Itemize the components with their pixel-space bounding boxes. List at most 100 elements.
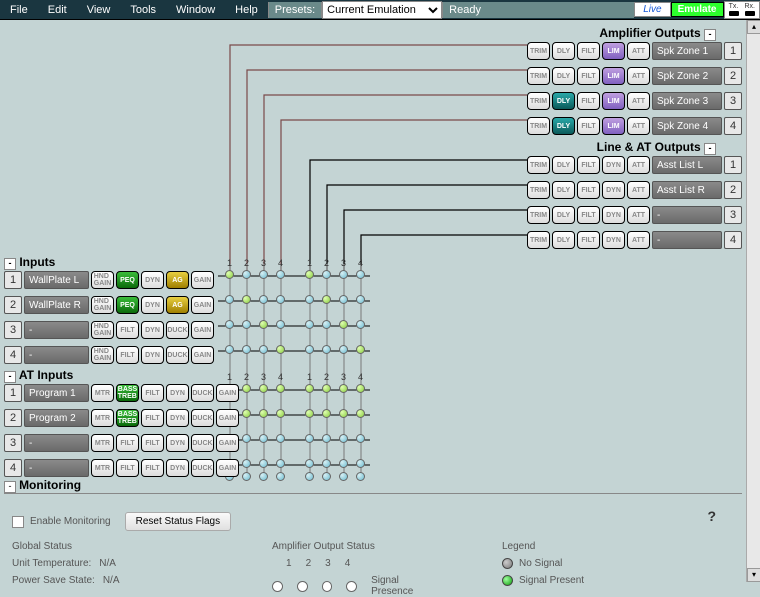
lineat-collapse-button[interactable]: - [704, 143, 716, 155]
dsp-block-peq[interactable]: PEQ [116, 271, 139, 289]
matrix-node-at-2-3[interactable] [259, 409, 268, 418]
dsp-block-peq[interactable]: PEQ [116, 296, 139, 314]
matrix-node-inputs-1-3[interactable] [259, 270, 268, 279]
matrix-node-inputs-4-3[interactable] [259, 345, 268, 354]
menu-edit[interactable]: Edit [38, 2, 77, 18]
dsp-block-filt[interactable]: FILT [141, 459, 164, 477]
amp-output-name-3[interactable]: Spk Zone 3 [652, 92, 722, 110]
dsp-block-att[interactable]: ATT [627, 206, 650, 224]
menu-help[interactable]: Help [225, 2, 268, 18]
dsp-block-trim[interactable]: TRIM [527, 156, 550, 174]
dsp-block-filt[interactable]: FILT [577, 117, 600, 135]
dsp-block-trim[interactable]: TRIM [527, 42, 550, 60]
matrix-node-inputs-4-7[interactable] [339, 345, 348, 354]
matrix-node-at-4-5[interactable] [305, 459, 314, 468]
dsp-block-att[interactable]: ATT [627, 117, 650, 135]
dsp-block-att[interactable]: ATT [627, 67, 650, 85]
dsp-block-lim[interactable]: LIM [602, 92, 625, 110]
dsp-block-gain[interactable]: GAIN [191, 271, 214, 289]
dsp-block-filt[interactable]: FILT [116, 434, 139, 452]
dsp-block-mtr[interactable]: MTR [91, 459, 114, 477]
dsp-block-trim[interactable]: TRIM [527, 117, 550, 135]
matrix-node-inputs-3-7[interactable] [339, 320, 348, 329]
amp-collapse-button[interactable]: - [704, 29, 716, 41]
dsp-block-filt[interactable]: FILT [577, 181, 600, 199]
matrix-node-inputs-1-8[interactable] [356, 270, 365, 279]
dsp-block-dly[interactable]: DLY [552, 181, 575, 199]
amp-output-name-1[interactable]: Spk Zone 1 [652, 42, 722, 60]
vertical-scrollbar[interactable]: ▴ ▾ [746, 20, 760, 582]
matrix-node-at-1-4[interactable] [276, 384, 285, 393]
dsp-block-filt[interactable]: FILT [116, 321, 139, 339]
menu-tools[interactable]: Tools [120, 2, 166, 18]
matrix-node-inputs-1-4[interactable] [276, 270, 285, 279]
dsp-block-dly[interactable]: DLY [552, 67, 575, 85]
matrix-node-at-1-2[interactable] [242, 384, 251, 393]
dsp-block-dyn[interactable]: DYN [141, 271, 164, 289]
dsp-block-lim[interactable]: LIM [602, 42, 625, 60]
dsp-block-att[interactable]: ATT [627, 181, 650, 199]
dsp-block-mtr[interactable]: MTR [91, 409, 114, 427]
matrix-node-inputs-2-6[interactable] [322, 295, 331, 304]
input-name-1[interactable]: WallPlate L [24, 271, 89, 289]
monitoring-collapse-button[interactable]: - [4, 481, 16, 493]
dsp-block-filt[interactable]: FILT [141, 434, 164, 452]
dsp-block-dyn[interactable]: DYN [602, 231, 625, 249]
matrix-node-inputs-3-4[interactable] [276, 320, 285, 329]
dsp-block-dly[interactable]: DLY [552, 42, 575, 60]
at-inputs-collapse-button[interactable]: - [4, 371, 16, 383]
dsp-block-trim[interactable]: TRIM [527, 92, 550, 110]
matrix-node-inputs-2-3[interactable] [259, 295, 268, 304]
at-input-name-3[interactable]: - [24, 434, 89, 452]
dsp-block-bass-treb[interactable]: BASSTREB [116, 409, 139, 427]
dsp-block-trim[interactable]: TRIM [527, 181, 550, 199]
dsp-block-filt[interactable]: FILT [577, 67, 600, 85]
dsp-block-filt[interactable]: FILT [577, 231, 600, 249]
menu-file[interactable]: File [0, 2, 38, 18]
dsp-block-mtr[interactable]: MTR [91, 434, 114, 452]
matrix-node-inputs-4-2[interactable] [242, 345, 251, 354]
dsp-block-att[interactable]: ATT [627, 42, 650, 60]
dsp-block-filt[interactable]: FILT [577, 206, 600, 224]
menu-window[interactable]: Window [166, 2, 225, 18]
dsp-block-duck[interactable]: DUCK [191, 409, 214, 427]
dsp-block-dyn[interactable]: DYN [141, 321, 164, 339]
matrix-node-inputs-4-1[interactable] [225, 345, 234, 354]
dsp-block-trim[interactable]: TRIM [527, 67, 550, 85]
dsp-block-mtr[interactable]: MTR [91, 384, 114, 402]
scroll-up-button[interactable]: ▴ [747, 20, 760, 34]
dsp-block-att[interactable]: ATT [627, 231, 650, 249]
dsp-block-duck[interactable]: DUCK [166, 346, 189, 364]
dsp-block-dly[interactable]: DLY [552, 231, 575, 249]
dsp-block-dyn[interactable]: DYN [602, 181, 625, 199]
matrix-node-inputs-2-8[interactable] [356, 295, 365, 304]
dsp-block-gain[interactable]: GAIN [216, 384, 239, 402]
matrix-node-at-2-5[interactable] [305, 409, 314, 418]
live-button[interactable]: Live [634, 2, 670, 17]
matrix-node-at-3-4[interactable] [276, 434, 285, 443]
matrix-node-inputs-3-2[interactable] [242, 320, 251, 329]
emulate-button[interactable]: Emulate [671, 2, 724, 17]
menu-view[interactable]: View [77, 2, 121, 18]
dsp-block-gain[interactable]: GAIN [191, 296, 214, 314]
dsp-block-dyn[interactable]: DYN [166, 434, 189, 452]
dsp-block-gain[interactable]: GAIN [216, 434, 239, 452]
lineat-output-name-4[interactable]: - [652, 231, 722, 249]
dsp-block-hnd-gain[interactable]: HNDGAIN [91, 321, 114, 339]
dsp-block-gain[interactable]: GAIN [191, 321, 214, 339]
at-input-name-4[interactable]: - [24, 459, 89, 477]
matrix-node-at-4-6[interactable] [322, 459, 331, 468]
dsp-block-duck[interactable]: DUCK [191, 384, 214, 402]
input-name-4[interactable]: - [24, 346, 89, 364]
dsp-block-ag[interactable]: AG [166, 296, 189, 314]
dsp-block-dyn[interactable]: DYN [166, 409, 189, 427]
dsp-block-trim[interactable]: TRIM [527, 206, 550, 224]
dsp-block-hnd-gain[interactable]: HNDGAIN [91, 296, 114, 314]
inputs-collapse-button[interactable]: - [4, 258, 16, 270]
matrix-node-inputs-4-8[interactable] [356, 345, 365, 354]
matrix-node-at-2-8[interactable] [356, 409, 365, 418]
matrix-node-inputs-3-3[interactable] [259, 320, 268, 329]
scroll-down-button[interactable]: ▾ [747, 568, 760, 582]
lineat-output-name-1[interactable]: Asst List L [652, 156, 722, 174]
dsp-block-lim[interactable]: LIM [602, 117, 625, 135]
